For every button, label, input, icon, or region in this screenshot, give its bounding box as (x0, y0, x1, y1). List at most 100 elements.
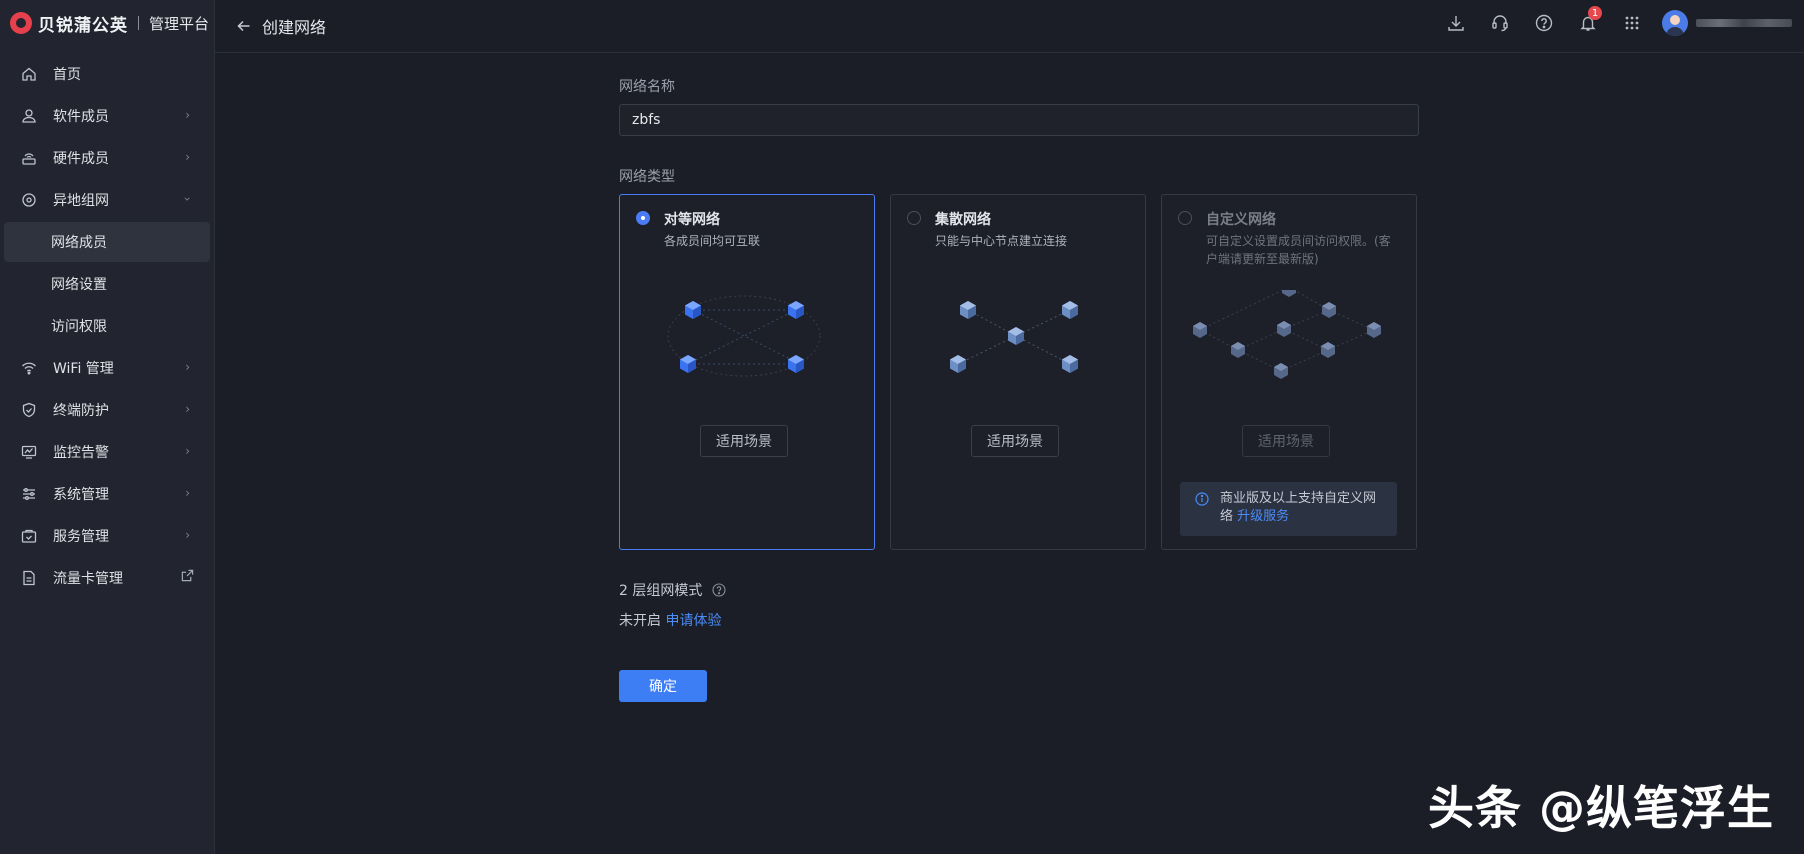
cube-node-icon (960, 301, 976, 319)
watermark: 头条 @纵笔浮生 (1427, 781, 1774, 835)
sidebar-item-label: 网络设置 (51, 277, 107, 293)
sidebar-item-label: 访问权限 (51, 319, 107, 335)
network-type-card-custom: 自定义网络 可自定义设置成员间访问权限。(客户端请更新至最新版) 适用场景 商业… (1161, 194, 1417, 550)
network-type-card-hub[interactable]: 集散网络 只能与中心节点建立连接 适用场景 (890, 194, 1146, 550)
brand-subtitle: 管理平台 (149, 14, 210, 33)
shield-icon (18, 402, 40, 418)
radio-button (1178, 211, 1192, 225)
network-type-card-peer[interactable]: 对等网络 各成员间均可互联 适用场景 (619, 194, 875, 550)
card-title: 集散网络 (935, 212, 991, 228)
cube-node-icon (685, 301, 701, 319)
bell-icon[interactable]: 1 (1566, 6, 1610, 32)
help-icon[interactable] (1522, 14, 1566, 32)
brand-divider (138, 16, 139, 30)
sidebar-item-wifi[interactable]: WiFi 管理 › (4, 348, 210, 388)
cube-node-icon (1008, 327, 1024, 345)
chevron-right-icon: › (185, 402, 190, 416)
upgrade-notice: 商业版及以上支持自定义网络 升级服务 (1180, 482, 1397, 536)
sidebar-item-monitoring[interactable]: 监控告警 › (4, 432, 210, 472)
network-name-label: 网络名称 (619, 79, 675, 95)
radio-button[interactable] (636, 211, 650, 225)
sidebar-item-service[interactable]: 服务管理 › (4, 516, 210, 556)
sidebar-item-label: WiFi 管理 (53, 361, 114, 377)
network-icon (18, 192, 40, 208)
layer2-mode-label: 2 层组网模式 (619, 583, 703, 599)
cube-node-icon (1062, 301, 1078, 319)
sidebar-item-label: 流量卡管理 (53, 571, 123, 587)
scenario-button: 适用场景 (1242, 425, 1330, 457)
download-icon[interactable] (1434, 14, 1478, 32)
cube-node-icon (1322, 302, 1336, 318)
sidebar-item-label: 软件成员 (53, 109, 109, 125)
confirm-button[interactable]: 确定 (619, 670, 707, 702)
sidebar-item-remote-network[interactable]: 异地组网 › (4, 180, 210, 220)
apply-trial-link[interactable]: 申请体验 (665, 613, 721, 629)
radio-button[interactable] (907, 211, 921, 225)
sidebar-item-label: 异地组网 (53, 193, 109, 209)
chevron-right-icon: › (185, 528, 190, 542)
sidebar-item-home[interactable]: 首页 (4, 54, 210, 94)
username-blurred (1696, 19, 1792, 27)
sidebar-item-software-members[interactable]: 软件成员 › (4, 96, 210, 136)
document-icon (18, 570, 40, 586)
cube-node-icon (1193, 322, 1207, 338)
monitor-icon (18, 444, 40, 460)
network-type-label: 网络类型 (619, 169, 675, 185)
chevron-right-icon: › (185, 486, 190, 500)
brand[interactable]: 贝锐蒲公英 管理平台 (0, 0, 214, 46)
card-description: 只能与中心节点建立连接 (935, 234, 1068, 248)
sidebar-item-label: 网络成员 (51, 235, 107, 251)
sidebar-item-access-permissions[interactable]: 访问权限 (4, 306, 210, 346)
sidebar-item-label: 首页 (53, 67, 81, 83)
sidebar-item-network-members[interactable]: 网络成员 (4, 222, 210, 262)
sidebar-item-system[interactable]: 系统管理 › (4, 474, 210, 514)
cube-node-icon (788, 301, 804, 319)
card-description: 各成员间均可互联 (664, 234, 761, 248)
chevron-down-icon: › (180, 196, 195, 202)
sidebar-item-endpoint-protection[interactable]: 终端防护 › (4, 390, 210, 430)
network-name-value: zbfs (632, 112, 661, 128)
chevron-right-icon: › (185, 150, 190, 164)
sidebar-item-label: 系统管理 (53, 487, 109, 503)
cube-node-icon (950, 355, 966, 373)
info-icon (1195, 492, 1209, 506)
create-network-form: 网络名称 zbfs 网络类型 对等网络 各成员间均可互联 适用场景 集散网络 只… (619, 76, 1419, 702)
sidebar-item-label: 服务管理 (53, 529, 109, 545)
help-icon[interactable] (712, 583, 726, 597)
headset-support-icon[interactable] (1478, 14, 1522, 32)
home-icon (18, 66, 40, 82)
sidebar-item-label: 终端防护 (53, 403, 109, 419)
brand-name: 贝锐蒲公英 (38, 15, 128, 36)
chevron-right-icon: › (185, 360, 190, 374)
brand-logo (10, 12, 32, 34)
external-link-icon (181, 569, 194, 586)
cube-node-icon (1274, 363, 1288, 379)
scenario-button[interactable]: 适用场景 (700, 425, 788, 457)
sidebar-item-network-settings[interactable]: 网络设置 (4, 264, 210, 304)
sidebar-item-data-card[interactable]: 流量卡管理 (4, 558, 210, 598)
chevron-right-icon: › (185, 444, 190, 458)
service-icon (18, 528, 40, 544)
chevron-right-icon: › (185, 108, 190, 122)
card-title: 自定义网络 (1206, 212, 1276, 228)
sliders-icon (18, 486, 40, 502)
hub-network-diagram (950, 301, 1078, 373)
apps-grid-icon[interactable] (1610, 15, 1654, 31)
cube-node-icon (1231, 342, 1245, 358)
sidebar-item-hardware-members[interactable]: 硬件成员 › (4, 138, 210, 178)
layer2-status-text: 未开启 (619, 613, 661, 629)
sidebar: 贝锐蒲公英 管理平台 首页 软件成员 › 硬件成员 › 异地组网 › 网络成员 … (0, 0, 215, 854)
cube-node-icon (1321, 342, 1335, 358)
cube-node-icon (1282, 290, 1296, 297)
card-title: 对等网络 (664, 212, 720, 228)
scenario-button[interactable]: 适用场景 (971, 425, 1059, 457)
upgrade-service-link[interactable]: 升级服务 (1237, 509, 1289, 524)
cube-node-icon (680, 355, 696, 373)
back-button[interactable]: 创建网络 (236, 14, 326, 38)
cube-node-icon (1277, 321, 1291, 337)
wifi-icon (18, 360, 40, 376)
user-menu[interactable] (1662, 10, 1792, 36)
page-title: 创建网络 (262, 18, 327, 37)
peer-network-diagram (667, 295, 821, 377)
network-name-input[interactable]: zbfs (619, 104, 1419, 136)
